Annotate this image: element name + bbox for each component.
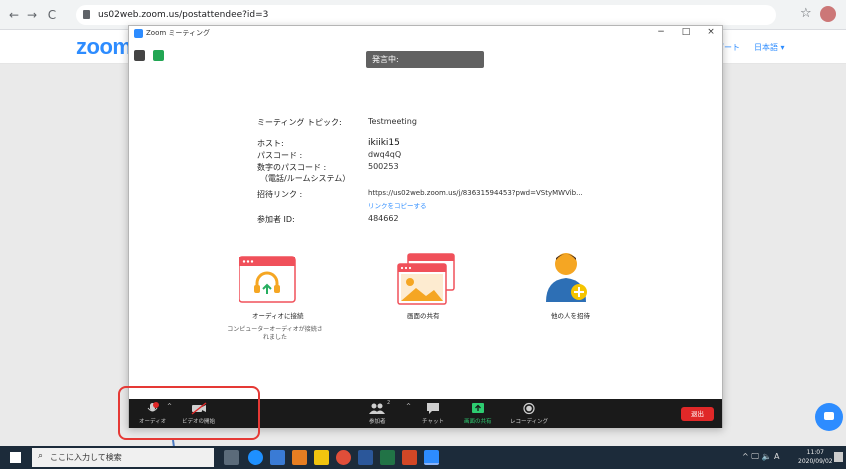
window-title: Zoom ミーティング <box>146 29 210 37</box>
passcode-value: dwq4qQ <box>368 150 402 159</box>
passcode-label: パスコード : <box>257 151 303 160</box>
leave-meeting-button[interactable]: 退出 <box>681 407 714 421</box>
clock-date: 2020/09/02 <box>798 458 833 465</box>
minimize-button[interactable]: − <box>654 27 668 37</box>
zoom-logo[interactable]: zoom <box>76 34 132 60</box>
host-label: ホスト: <box>257 139 284 148</box>
zoom-app-icon <box>134 29 143 38</box>
record-label: レコーディング <box>510 419 549 425</box>
topic-label: ミーティング トピック: <box>257 118 342 127</box>
windows-taskbar: ここに入力して検索 ⌕ ^ 🖵 🔈 A 11:07 2020/09/02 <box>0 446 846 469</box>
invite-others-label: 他の人を招待 <box>551 312 590 320</box>
task-view-icon[interactable] <box>224 450 239 465</box>
participant-id-label: 参加者 ID: <box>257 215 295 224</box>
powerpoint-icon[interactable] <box>402 450 417 465</box>
join-audio-label: オーディオに接続 <box>252 312 304 320</box>
headphone-icon <box>238 256 296 303</box>
notification-icon[interactable] <box>834 452 843 462</box>
participants-button[interactable]: 参加者 <box>369 402 386 425</box>
window-titlebar: Zoom ミーティング − □ × <box>129 26 722 42</box>
word-icon[interactable] <box>358 450 373 465</box>
host-value: ikiiki15 <box>368 138 400 148</box>
record-button[interactable]: レコーディング <box>510 402 548 425</box>
reload-icon[interactable]: C <box>44 7 60 23</box>
lock-icon <box>83 10 90 19</box>
share-screen-big-button[interactable] <box>394 252 458 311</box>
zoom-taskbar-icon[interactable] <box>424 450 439 465</box>
participants-icon <box>369 403 386 414</box>
record-icon <box>523 402 535 415</box>
help-chat-icon[interactable] <box>815 403 843 431</box>
participants-options-caret[interactable]: ^ <box>406 403 411 410</box>
chat-button[interactable]: チャット <box>422 402 444 425</box>
participants-label: 参加者 <box>369 419 386 425</box>
talking-indicator: 発言中: <box>366 51 484 68</box>
annotation-highlight-box <box>118 386 260 440</box>
chrome-icon[interactable] <box>336 450 351 465</box>
office-icon[interactable] <box>292 450 307 465</box>
search-icon: ⌕ <box>38 451 44 461</box>
encryption-shield-icon[interactable] <box>153 50 165 61</box>
address-bar[interactable]: us02web.zoom.us/postattendee?id=3 <box>76 5 776 25</box>
copy-link-button[interactable]: リンクをコピーする <box>368 200 427 210</box>
back-icon[interactable]: ← <box>6 7 22 23</box>
profile-avatar[interactable] <box>820 6 836 22</box>
invite-others-button[interactable] <box>542 250 594 310</box>
chat-label: チャット <box>422 419 444 425</box>
info-icon[interactable] <box>134 50 145 61</box>
forward-icon[interactable]: → <box>24 7 40 23</box>
mail-icon[interactable] <box>270 450 285 465</box>
bookmark-star-icon[interactable]: ☆ <box>800 6 812 21</box>
taskbar-search-input[interactable]: ここに入力して検索 <box>32 448 214 467</box>
participants-count: 2 <box>387 400 391 406</box>
share-screen-icon <box>397 253 455 305</box>
share-screen-toolbar-icon <box>471 403 484 413</box>
clock-time: 11:07 <box>806 449 824 456</box>
join-audio-button[interactable] <box>238 253 297 307</box>
participant-id-value: 484662 <box>368 214 399 223</box>
maximize-button[interactable]: □ <box>679 27 693 37</box>
close-button[interactable]: × <box>704 27 718 37</box>
numeric-passcode-label: 数字のパスコード : <box>257 163 327 172</box>
invite-link-label: 招待リンク : <box>257 190 303 199</box>
system-tray[interactable]: ^ 🖵 🔈 A <box>742 452 779 462</box>
audio-status-text: コンピューターオーディオが接続されました <box>227 326 323 341</box>
share-screen-label: 画面の共有 <box>407 312 440 320</box>
chat-icon <box>426 403 439 414</box>
numeric-passcode-value: 500253 <box>368 162 399 171</box>
taskbar-clock[interactable]: 11:07 2020/09/02 <box>798 448 833 466</box>
invite-person-icon <box>546 253 587 302</box>
zoom-meeting-window: Zoom ミーティング − □ × 発言中: ミーティング トピック: Test… <box>128 25 723 428</box>
language-selector[interactable]: 日本語 ▾ <box>754 42 785 53</box>
excel-icon[interactable] <box>380 450 395 465</box>
invite-link-value: https://us02web.zoom.us/j/83631594453?pw… <box>368 189 583 197</box>
edge-browser-icon[interactable] <box>248 450 263 465</box>
meeting-top-icons <box>134 46 167 65</box>
windows-start-icon[interactable] <box>10 452 21 463</box>
topic-value: Testmeeting <box>368 117 417 126</box>
numeric-passcode-sublabel: （電話/ルームシステム） <box>260 174 351 183</box>
share-screen-button[interactable]: 画面の共有 <box>464 402 492 425</box>
share-screen-toolbar-label: 画面の共有 <box>464 419 492 425</box>
file-explorer-icon[interactable] <box>314 450 329 465</box>
